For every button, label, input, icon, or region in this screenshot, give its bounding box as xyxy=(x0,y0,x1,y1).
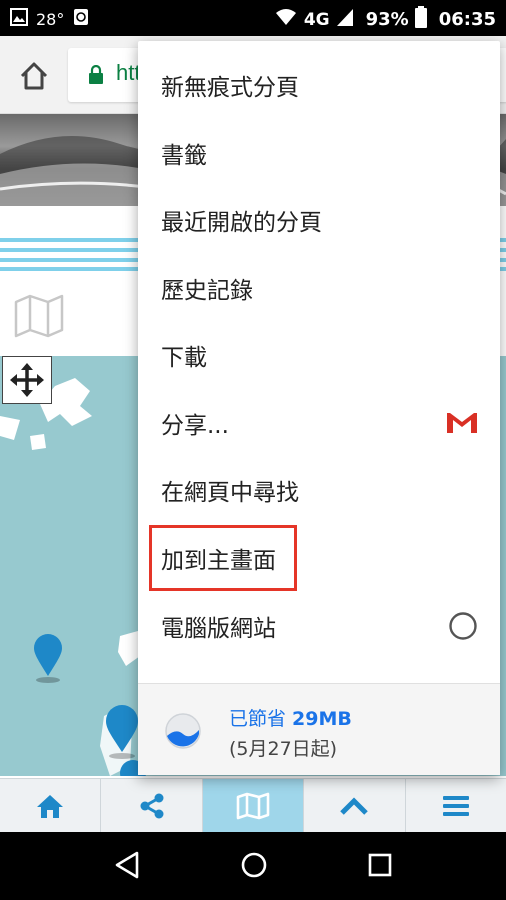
menu-item-downloads[interactable]: 下載 xyxy=(138,321,500,389)
data-saver-icon xyxy=(164,712,202,750)
wifi-icon xyxy=(274,7,298,32)
menu-item-label: 分享... xyxy=(161,413,229,439)
menu-item-find-in-page[interactable]: 在網頁中尋找 xyxy=(138,456,500,524)
back-button[interactable] xyxy=(113,850,141,884)
menu-item-label: 書籤 xyxy=(161,143,207,169)
clock: 06:35 xyxy=(438,9,496,30)
menu-item-label: 歷史記錄 xyxy=(161,278,253,304)
recycle-notification-icon xyxy=(72,7,90,32)
menu-item-desktop-site[interactable]: 電腦版網站 xyxy=(138,592,500,660)
data-saver-amount: 29MB xyxy=(292,708,352,730)
gmail-icon[interactable] xyxy=(446,410,478,440)
data-saver-subtitle: (5月27日起) xyxy=(229,738,338,760)
data-saver-label: 已節省 xyxy=(229,708,293,730)
hamburger-icon xyxy=(442,795,469,816)
map-outline-icon xyxy=(14,294,64,338)
menu-item-new-incognito-tab[interactable]: 新無痕式分頁 xyxy=(138,51,500,119)
chevron-up-icon xyxy=(340,796,369,815)
desktop-site-checkbox[interactable] xyxy=(448,611,478,647)
recents-square-icon xyxy=(368,853,392,877)
menu-item-bookmarks[interactable]: 書籤 xyxy=(138,119,500,187)
menu-item-share[interactable]: 分享... xyxy=(138,389,500,457)
menu-item-label: 最近開啟的分頁 xyxy=(161,210,322,236)
move-arrows-icon xyxy=(10,363,44,397)
menu-item-label: 下載 xyxy=(161,345,207,371)
gallery-notification-icon xyxy=(10,8,28,31)
nav-share-button[interactable] xyxy=(101,779,203,832)
menu-item-label: 在網頁中尋找 xyxy=(161,480,299,506)
highlight-box xyxy=(149,525,297,591)
menu-item-label: 新無痕式分頁 xyxy=(161,75,299,101)
map-pan-button[interactable] xyxy=(2,356,52,404)
home-icon xyxy=(37,794,64,818)
menu-item-history[interactable]: 歷史記錄 xyxy=(138,254,500,322)
data-saver-footer[interactable]: 已節省 29MB (5月27日起) xyxy=(138,684,500,775)
url-text: htt xyxy=(116,60,141,85)
map-marker[interactable] xyxy=(32,632,64,688)
menu-item-recent-tabs[interactable]: 最近開啟的分頁 xyxy=(138,186,500,254)
nav-menu-button[interactable] xyxy=(406,779,506,832)
lock-icon xyxy=(88,64,104,89)
nav-map-button[interactable] xyxy=(202,779,305,832)
bottom-navigation xyxy=(0,778,506,832)
signal-icon xyxy=(336,7,354,32)
back-triangle-icon xyxy=(115,851,139,879)
share-icon xyxy=(140,793,164,818)
recents-button[interactable] xyxy=(366,850,394,884)
battery-percent: 93% xyxy=(365,9,409,30)
home-system-button[interactable] xyxy=(239,850,269,884)
home-button[interactable] xyxy=(14,58,54,94)
map-icon xyxy=(236,792,270,819)
data-saver-title: 已節省 29MB xyxy=(229,704,352,731)
browser-overflow-menu: 新無痕式分頁 書籤 最近開啟的分頁 歷史記錄 下載 分享... 在網頁中尋找 加… xyxy=(138,41,500,775)
nav-home-button[interactable] xyxy=(0,779,102,832)
home-circle-icon xyxy=(241,852,267,878)
system-navigation-bar xyxy=(0,832,506,900)
network-type: 4G xyxy=(303,9,330,30)
home-icon xyxy=(20,62,48,90)
battery-icon xyxy=(414,6,427,33)
temperature-text: 28° xyxy=(36,10,65,29)
map-marker[interactable] xyxy=(104,704,140,764)
nav-scroll-up-button[interactable] xyxy=(304,779,406,832)
status-bar: 28° 4G 93% 06:35 xyxy=(0,0,506,36)
menu-item-label: 電腦版網站 xyxy=(161,616,276,642)
